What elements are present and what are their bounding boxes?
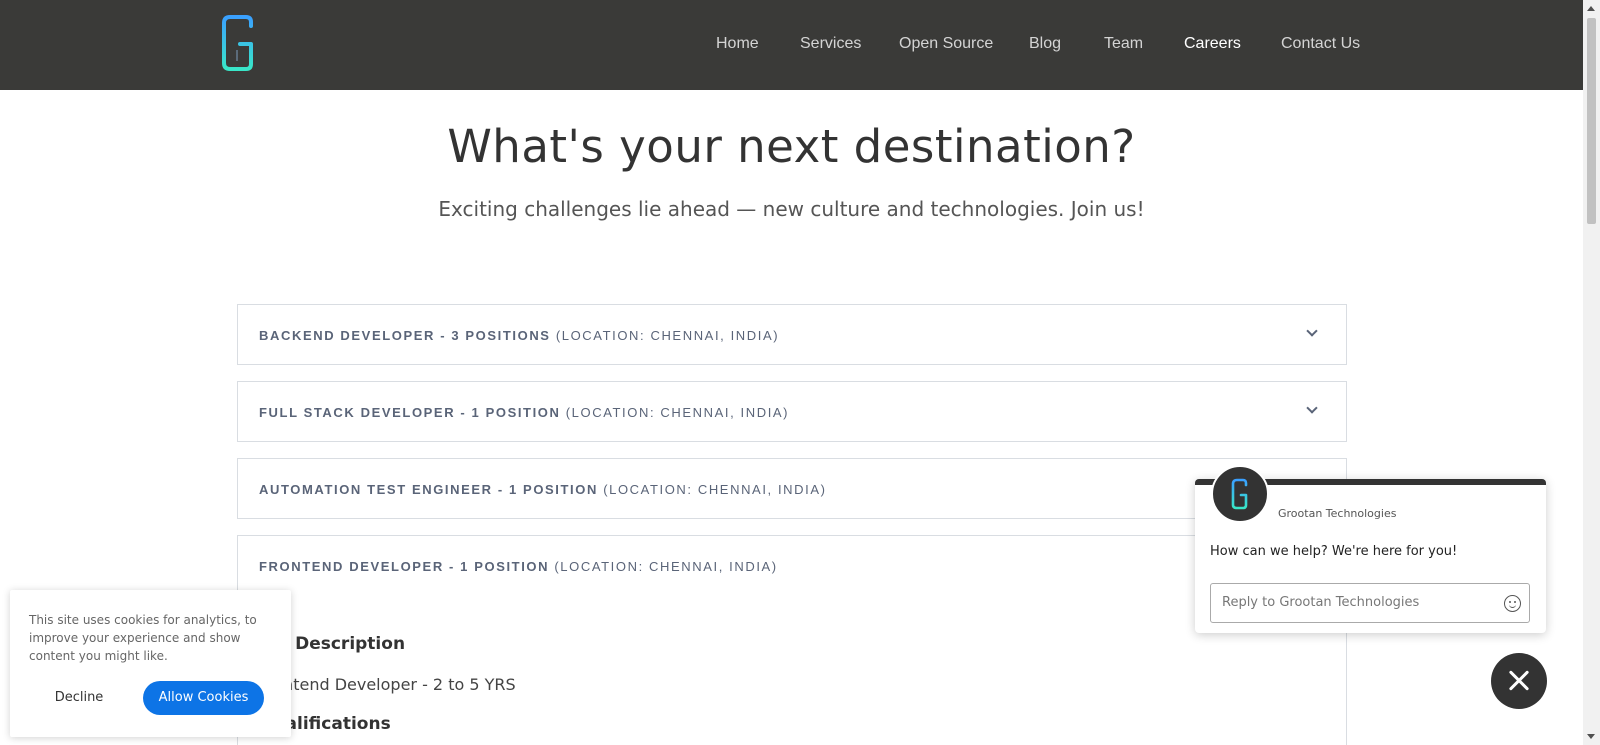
chat-close-button[interactable]: [1491, 653, 1547, 709]
page-title: What's your next destination?: [447, 120, 1136, 173]
chat-greeting: How can we help? We're here for you!: [1210, 544, 1458, 559]
scroll-thumb[interactable]: [1587, 18, 1596, 224]
job-header: FULL STACK DEVELOPER - 1 POSITION (LOCAT…: [259, 405, 789, 420]
chat-widget: Grootan Technologies How can we help? We…: [1195, 465, 1546, 633]
site-header: Home Services Open Source Blog Team Care…: [0, 0, 1583, 90]
nav-home[interactable]: Home: [716, 35, 759, 53]
scroll-up-arrow-icon[interactable]: [1587, 6, 1595, 11]
nav-open-source[interactable]: Open Source: [899, 35, 993, 53]
chat-avatar: [1211, 465, 1269, 523]
job-title: FULL STACK DEVELOPER - 1 POSITION: [259, 405, 561, 420]
job-accordion-fullstack[interactable]: FULL STACK DEVELOPER - 1 POSITION (LOCAT…: [237, 381, 1347, 442]
job-accordion-frontend[interactable]: FRONTEND DEVELOPER - 1 POSITION (LOCATIO…: [237, 535, 1347, 745]
job-title: BACKEND DEVELOPER - 3 POSITIONS: [259, 328, 551, 343]
nav-blog[interactable]: Blog: [1029, 35, 1061, 53]
allow-cookies-button[interactable]: Allow Cookies: [143, 681, 264, 715]
job-title: FRONTEND DEVELOPER - 1 POSITION: [259, 559, 550, 574]
job-location: (LOCATION: CHENNAI, INDIA): [565, 405, 790, 420]
chat-reply-input[interactable]: Reply to Grootan Technologies: [1210, 583, 1530, 623]
cookie-message: This site uses cookies for analytics, to…: [29, 613, 257, 663]
chat-reply-placeholder: Reply to Grootan Technologies: [1222, 595, 1420, 610]
nav-contact-us[interactable]: Contact Us: [1281, 35, 1360, 53]
job-location: (LOCATION: CHENNAI, INDIA): [554, 559, 778, 574]
chevron-down-icon[interactable]: [1306, 402, 1318, 414]
scroll-down-arrow-icon[interactable]: [1587, 734, 1595, 739]
job-title: AUTOMATION TEST ENGINEER - 1 POSITION: [259, 482, 598, 497]
job-description-line: Frontend Developer - 2 to 5 YRS: [259, 675, 516, 694]
page-scrollbar[interactable]: [1583, 0, 1600, 745]
job-accordion-automation[interactable]: AUTOMATION TEST ENGINEER - 1 POSITION (L…: [237, 458, 1347, 519]
nav-services[interactable]: Services: [800, 35, 861, 53]
nav-team[interactable]: Team: [1104, 35, 1143, 53]
chevron-down-icon[interactable]: [1306, 325, 1318, 337]
job-header: BACKEND DEVELOPER - 3 POSITIONS (LOCATIO…: [259, 328, 779, 343]
job-accordion-backend[interactable]: BACKEND DEVELOPER - 3 POSITIONS (LOCATIO…: [237, 304, 1347, 365]
nav-careers[interactable]: Careers: [1184, 35, 1241, 53]
page-subtitle: Exciting challenges lie ahead — new cult…: [438, 197, 1145, 221]
chat-company-name: Grootan Technologies: [1278, 507, 1397, 520]
grootan-g-avatar-icon: [1231, 478, 1248, 510]
decline-cookies-button[interactable]: Decline: [29, 681, 129, 715]
job-header: FRONTEND DEVELOPER - 1 POSITION (LOCATIO…: [259, 559, 778, 574]
smiley-emoji-icon[interactable]: [1504, 595, 1521, 612]
job-header: AUTOMATION TEST ENGINEER - 1 POSITION (L…: [259, 482, 827, 497]
job-location: (LOCATION: CHENNAI, INDIA): [603, 482, 827, 497]
job-location: (LOCATION: CHENNAI, INDIA): [555, 328, 780, 343]
grootan-logo-icon[interactable]: [220, 14, 256, 72]
cookie-banner: This site uses cookies for analytics, to…: [10, 590, 291, 737]
